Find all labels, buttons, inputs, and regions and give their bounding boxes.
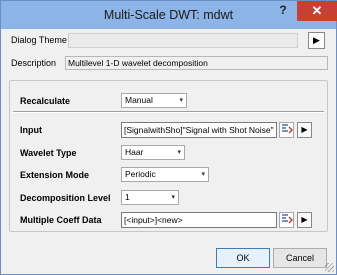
wavelet-type-value: Haar <box>125 147 144 157</box>
recalculate-label: Recalculate <box>20 96 71 106</box>
multiple-coeff-menu-button[interactable]: ▶ <box>297 212 312 228</box>
decomposition-level-label: Decomposition Level <box>20 193 111 203</box>
section-divider <box>13 111 324 113</box>
decomposition-level-value: 1 <box>125 192 130 202</box>
play-right-arrow-icon: ▶ <box>301 125 308 134</box>
close-button[interactable]: ✕ <box>297 1 337 21</box>
dialog-body: Dialog Theme ▶ Description Multilevel 1-… <box>1 29 336 274</box>
input-column-picker-button[interactable] <box>279 122 294 138</box>
play-right-arrow-icon: ▶ <box>313 35 320 45</box>
input-menu-button[interactable]: ▶ <box>297 122 312 138</box>
ok-button[interactable]: OK <box>216 248 270 268</box>
column-picker-icon <box>281 213 293 230</box>
help-button[interactable]: ? <box>269 1 297 21</box>
input-field[interactable]: [SignalwithSho]"Signal with Shot Noise" <box>121 122 277 138</box>
chevron-down-icon: ▾ <box>171 194 175 201</box>
dialog-window: Multi-Scale DWT: mdwt ? ✕ Dialog Theme ▶… <box>0 0 337 275</box>
title-bar[interactable]: Multi-Scale DWT: mdwt ? ✕ <box>1 1 337 29</box>
decomposition-level-dropdown[interactable]: 1 ▾ <box>121 190 179 205</box>
extension-mode-label: Extension Mode <box>20 170 90 180</box>
chevron-down-icon: ▾ <box>201 171 205 178</box>
multiple-coeff-label: Multiple Coeff Data <box>20 215 102 225</box>
dialog-theme-field[interactable] <box>68 33 298 48</box>
extension-mode-dropdown[interactable]: Periodic ▾ <box>121 167 209 182</box>
description-label: Description <box>11 58 57 68</box>
wavelet-type-dropdown[interactable]: Haar ▾ <box>121 145 185 160</box>
input-label: Input <box>20 125 42 135</box>
cancel-button[interactable]: Cancel <box>273 248 327 268</box>
play-right-arrow-icon: ▶ <box>301 215 308 224</box>
multiple-coeff-column-picker-button[interactable] <box>279 212 294 228</box>
extension-mode-value: Periodic <box>125 169 156 179</box>
chevron-down-icon: ▾ <box>177 149 181 156</box>
multiple-coeff-field[interactable]: [<input>]<new> <box>121 212 277 228</box>
recalculate-value: Manual <box>125 95 153 105</box>
dialog-theme-label: Dialog Theme <box>11 35 67 45</box>
resize-grip-icon[interactable] <box>325 263 334 272</box>
chevron-down-icon: ▾ <box>179 97 183 104</box>
description-field: Multilevel 1-D wavelet decomposition <box>65 56 328 70</box>
recalculate-dropdown[interactable]: Manual ▾ <box>121 93 187 108</box>
wavelet-type-label: Wavelet Type <box>20 148 77 158</box>
dialog-theme-menu-button[interactable]: ▶ <box>308 32 325 49</box>
column-picker-icon <box>281 123 293 140</box>
